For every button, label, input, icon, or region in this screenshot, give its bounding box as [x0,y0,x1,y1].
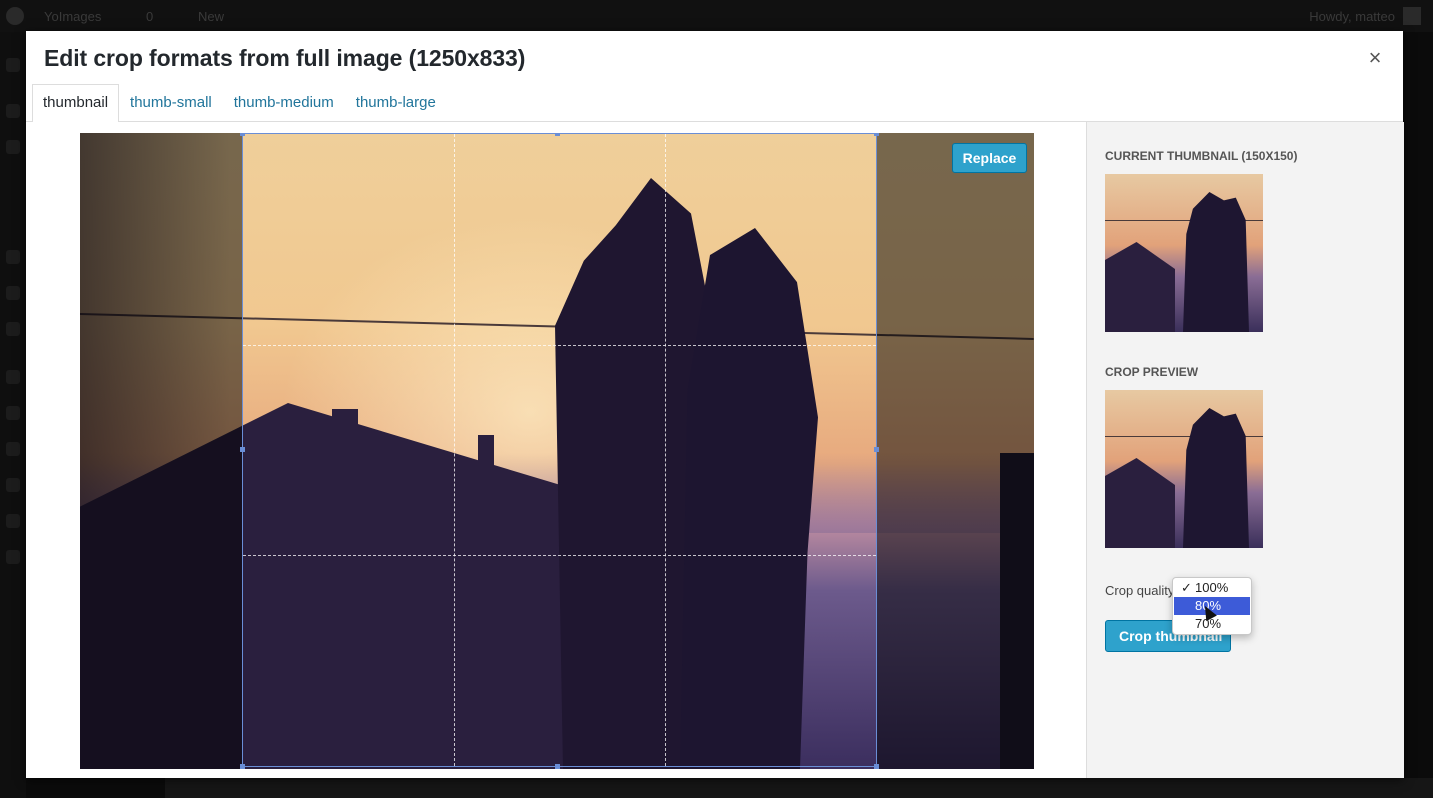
comments-icon[interactable] [6,286,20,300]
crop-modal: Edit crop formats from full image (1250x… [26,31,1404,778]
quality-option-100[interactable]: ✓ 100% [1174,579,1250,597]
collapse-icon[interactable] [6,514,20,528]
crop-guide-line [664,134,666,766]
current-thumbnail-label: CURRENT THUMBNAIL (150X150) [1105,149,1298,163]
crop-handle-n[interactable] [555,133,560,136]
replace-button[interactable]: Replace [952,143,1027,173]
crop-handle-se[interactable] [874,764,879,769]
crop-handle-ne[interactable] [874,133,879,136]
thumb-couple [1183,192,1249,332]
extra-icon[interactable] [6,550,20,564]
admin-site-name[interactable]: YoImages [44,9,101,24]
admin-howdy[interactable]: Howdy, matteo [1309,9,1395,24]
admin-comments-count[interactable]: 0 [146,9,153,24]
quality-option-label: 100% [1195,580,1229,595]
checkmark-icon: ✓ [1181,580,1192,595]
admin-new-link[interactable]: New [198,9,224,24]
media-icon[interactable] [6,140,20,154]
crop-guide-line [453,134,455,766]
crop-quality-label: Crop quality [1105,583,1175,598]
wordpress-logo-icon[interactable] [6,7,24,25]
tab-thumb-small[interactable]: thumb-small [119,84,223,121]
crop-handle-e[interactable] [874,447,879,452]
crop-handle-sw[interactable] [240,764,245,769]
crop-guide-line [243,555,876,557]
crop-handle-s[interactable] [555,764,560,769]
current-thumbnail-image [1105,174,1263,332]
crop-mask-right [877,133,1034,769]
crop-mask-left [80,133,242,769]
thumb-house [1105,242,1175,332]
tab-thumb-large[interactable]: thumb-large [345,84,447,121]
pages-icon[interactable] [6,250,20,264]
tab-thumbnail[interactable]: thumbnail [32,84,120,122]
source-image [80,133,1034,769]
users-icon[interactable] [6,406,20,420]
avatar[interactable] [1403,7,1421,25]
plugins-icon[interactable] [6,370,20,384]
modal-header: Edit crop formats from full image (1250x… [26,31,1403,122]
tools-icon[interactable] [6,442,20,456]
settings-icon[interactable] [6,478,20,492]
admin-bar: YoImages 0 New Howdy, matteo [0,0,1433,32]
admin-sidebar [0,32,26,798]
modal-title: Edit crop formats from full image (1250x… [44,45,526,71]
crop-guide-line [243,344,876,346]
tab-thumb-medium[interactable]: thumb-medium [223,84,345,121]
posts-icon[interactable] [6,104,20,118]
thumb-house [1105,458,1175,548]
crop-format-tabs: thumbnail thumb-small thumb-medium thumb… [32,84,447,122]
dashboard-icon[interactable] [6,58,20,72]
crop-area: Replace [26,122,1086,778]
crop-handle-nw[interactable] [240,133,245,136]
crop-selection[interactable] [240,133,879,769]
crop-handle-w[interactable] [240,447,245,452]
modal-body: Replace CURRENT THUMBNAIL (150X150) CROP… [26,122,1404,778]
background-footer [165,778,1433,798]
close-icon[interactable]: × [1363,45,1387,71]
crop-preview-image [1105,390,1263,548]
appearance-icon[interactable] [6,322,20,336]
thumb-couple [1183,408,1249,548]
crop-sidebar: CURRENT THUMBNAIL (150X150) CROP PREVIEW… [1086,122,1404,778]
crop-preview-label: CROP PREVIEW [1105,365,1199,379]
